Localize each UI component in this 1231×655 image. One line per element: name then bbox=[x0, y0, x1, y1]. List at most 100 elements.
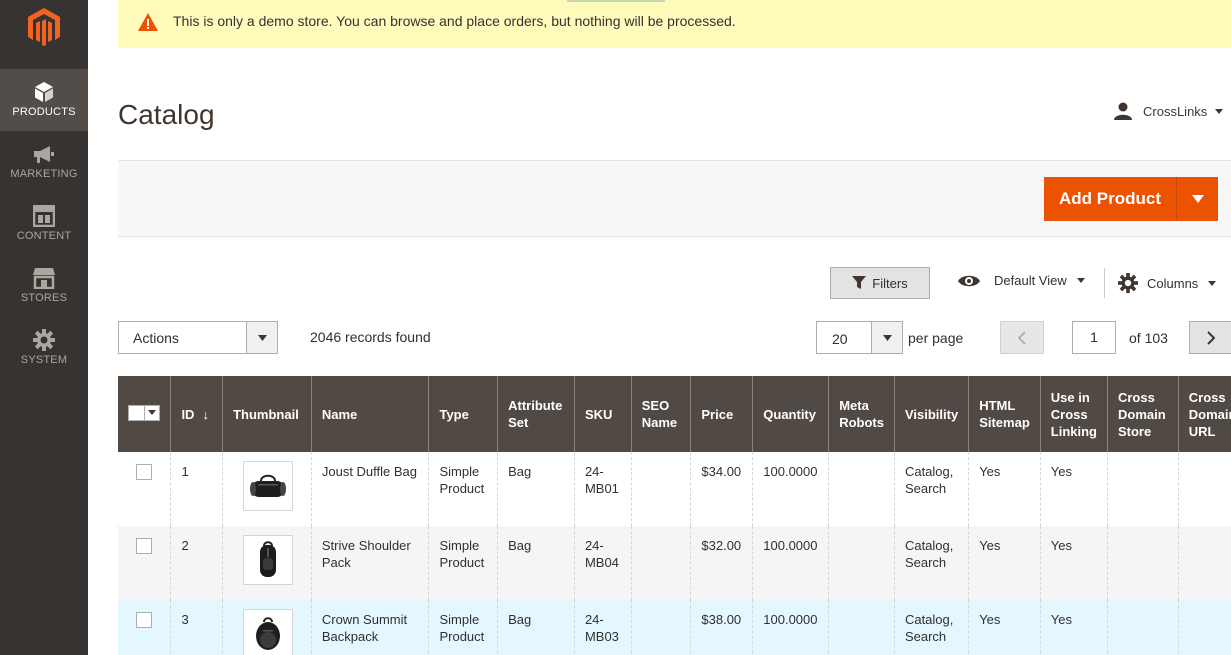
sidebar-item-label: STORES bbox=[20, 292, 68, 304]
cell-name[interactable]: Strive Shoulder Pack bbox=[310, 526, 429, 600]
shoulder-pack-image bbox=[260, 541, 277, 577]
sidebar-item-stores[interactable]: STORES bbox=[0, 255, 88, 317]
cell-type: Simple Product bbox=[428, 600, 498, 655]
table-row[interactable]: 3 Crown Summit Backpack Simple Product B… bbox=[118, 600, 1231, 655]
column-header-attribute-set[interactable]: Attribute Set bbox=[497, 376, 575, 452]
sidebar-item-products[interactable]: PRODUCTS bbox=[0, 69, 88, 131]
chevron-down-icon bbox=[148, 410, 156, 415]
chevron-down-icon bbox=[1191, 195, 1204, 203]
table-row[interactable]: 2 Strive Shoulder Pack Simple Product Ba… bbox=[118, 526, 1231, 600]
row-checkbox[interactable] bbox=[136, 612, 152, 628]
cell-price: $32.00 bbox=[690, 526, 753, 600]
add-product-label: Add Product bbox=[1059, 189, 1161, 208]
table-row[interactable]: 1 Joust Duffle Bag Simple Product Bag 24… bbox=[118, 452, 1231, 526]
mass-select-header[interactable] bbox=[118, 376, 171, 452]
column-header-cross-domain-store[interactable]: Cross Domain Store bbox=[1106, 376, 1179, 452]
column-label: Visibility bbox=[904, 406, 959, 422]
cell-meta-robots bbox=[828, 452, 895, 526]
column-label: Cross Domain URL bbox=[1188, 389, 1231, 439]
user-menu[interactable]: CrossLinks bbox=[1113, 102, 1224, 120]
mass-actions-select[interactable]: Actions bbox=[118, 321, 278, 354]
cell-cross-domain-url bbox=[1177, 600, 1231, 655]
sidebar-item-label: CONTENT bbox=[16, 230, 72, 242]
columns-label: Columns bbox=[1147, 275, 1199, 291]
sidebar-item-content[interactable]: CONTENT bbox=[0, 193, 88, 255]
cell-cross-domain-store bbox=[1106, 600, 1179, 655]
column-header-price[interactable]: Price bbox=[690, 376, 753, 452]
mass-select-checkbox[interactable] bbox=[128, 404, 160, 421]
sidebar-item-label: PRODUCTS bbox=[12, 106, 76, 118]
column-label: Thumbnail bbox=[233, 406, 299, 422]
chevron-right-icon bbox=[1207, 330, 1215, 345]
cell-sku: 24-MB04 bbox=[573, 526, 632, 600]
cell-name[interactable]: Crown Summit Backpack bbox=[310, 600, 429, 655]
column-header-sku[interactable]: SKU bbox=[573, 376, 632, 452]
product-thumbnail[interactable] bbox=[243, 535, 294, 585]
mass-select-dropdown[interactable] bbox=[145, 406, 159, 420]
column-label: SKU bbox=[584, 406, 613, 422]
column-header-meta-robots[interactable]: Meta Robots bbox=[828, 376, 895, 452]
sidebar-item-marketing[interactable]: MARKETING bbox=[0, 131, 88, 193]
column-header-visibility[interactable]: Visibility bbox=[893, 376, 969, 452]
user-name: CrossLinks bbox=[1143, 103, 1208, 119]
next-page-button[interactable] bbox=[1189, 321, 1231, 354]
product-thumbnail[interactable] bbox=[243, 461, 294, 511]
add-product-button[interactable]: Add Product bbox=[1044, 177, 1218, 221]
cell-quantity: 100.0000 bbox=[752, 452, 829, 526]
page-number-input[interactable]: 1 bbox=[1072, 321, 1116, 354]
cell-html-sitemap: Yes bbox=[968, 600, 1041, 655]
cell-type: Simple Product bbox=[428, 526, 498, 600]
layout-icon bbox=[33, 205, 55, 227]
cell-cross-linking: Yes bbox=[1039, 526, 1108, 600]
per-page-label: per page bbox=[908, 330, 964, 346]
add-product-dropdown-toggle[interactable] bbox=[1176, 177, 1218, 221]
column-header-seo-name[interactable]: SEO Name bbox=[630, 376, 691, 452]
view-selector[interactable]: Default View bbox=[957, 273, 1085, 288]
cell-name[interactable]: Joust Duffle Bag bbox=[310, 452, 429, 526]
columns-selector[interactable]: Columns bbox=[1118, 273, 1217, 293]
chevron-left-icon bbox=[1018, 330, 1026, 345]
sidebar-item-system[interactable]: SYSTEM bbox=[0, 317, 88, 379]
cube-icon bbox=[35, 82, 53, 102]
column-header-quantity[interactable]: Quantity bbox=[752, 376, 829, 452]
actions-label: Actions bbox=[133, 330, 179, 346]
column-label: Attribute Set bbox=[508, 398, 563, 430]
cell-cross-linking: Yes bbox=[1039, 452, 1108, 526]
cell-meta-robots bbox=[828, 526, 895, 600]
column-header-id[interactable]: ID ↓ bbox=[170, 376, 223, 452]
per-page-select[interactable]: 20 bbox=[816, 321, 903, 354]
sidebar-item-label: SYSTEM bbox=[20, 354, 68, 366]
cell-thumbnail bbox=[222, 452, 312, 526]
cell-seo-name bbox=[630, 452, 691, 526]
column-header-type[interactable]: Type bbox=[428, 376, 498, 452]
cell-type: Simple Product bbox=[428, 452, 498, 526]
column-header-html-sitemap[interactable]: HTML Sitemap bbox=[968, 376, 1041, 452]
column-header-cross-linking[interactable]: Use in Cross Linking bbox=[1039, 376, 1108, 452]
previous-page-button[interactable] bbox=[1000, 321, 1044, 354]
actions-dropdown-toggle[interactable] bbox=[246, 322, 277, 353]
row-checkbox[interactable] bbox=[136, 464, 152, 480]
cell-cross-domain-store bbox=[1106, 452, 1179, 526]
product-thumbnail[interactable] bbox=[243, 609, 294, 655]
chevron-down-icon bbox=[1215, 108, 1224, 114]
mass-select-box[interactable] bbox=[129, 405, 145, 420]
cell-visibility: Catalog, Search bbox=[893, 526, 969, 600]
page-title: Catalog bbox=[118, 99, 215, 130]
column-header-name[interactable]: Name bbox=[310, 376, 429, 452]
cell-sku: 24-MB03 bbox=[573, 600, 632, 655]
column-label: Cross Domain Store bbox=[1117, 389, 1166, 439]
per-page-dropdown-toggle[interactable] bbox=[871, 322, 902, 353]
column-label: Name bbox=[321, 406, 358, 422]
filters-button[interactable]: Filters bbox=[830, 267, 930, 299]
cell-quantity: 100.0000 bbox=[752, 600, 829, 655]
cell-seo-name bbox=[630, 600, 691, 655]
admin-sidebar: PRODUCTS MARKETING CONTENT STORES SYSTEM bbox=[0, 0, 88, 655]
column-header-thumbnail[interactable]: Thumbnail bbox=[222, 376, 312, 452]
product-grid: ID ↓ Thumbnail Name Type Attribute Set SK… bbox=[118, 376, 1231, 655]
row-checkbox[interactable] bbox=[136, 538, 152, 554]
magento-logo-icon[interactable] bbox=[26, 6, 62, 48]
per-page-value: 20 bbox=[832, 331, 848, 347]
column-header-cross-domain-url[interactable]: Cross Domain URL bbox=[1177, 376, 1231, 452]
column-label: SEO Name bbox=[641, 398, 678, 430]
cell-cross-domain-store bbox=[1106, 526, 1179, 600]
